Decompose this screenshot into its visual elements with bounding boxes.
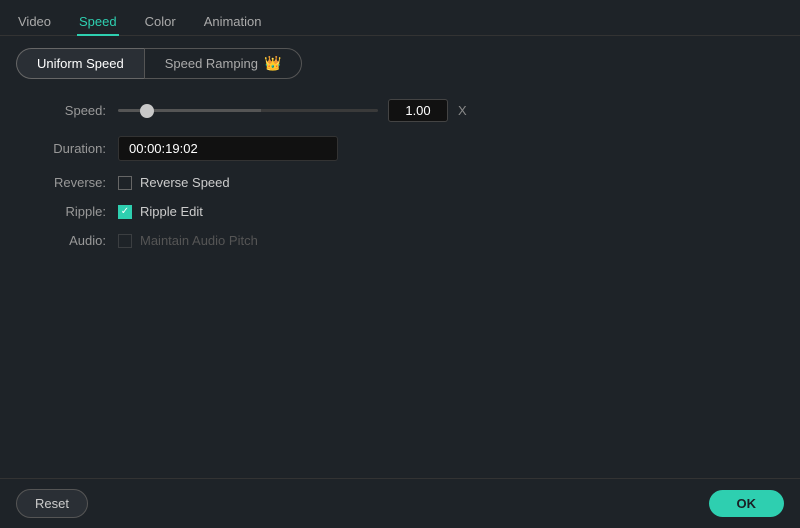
tab-animation[interactable]: Animation	[202, 8, 264, 35]
speed-slider[interactable]	[118, 109, 378, 112]
reverse-label: Reverse:	[26, 175, 106, 190]
audio-row: Audio: Maintain Audio Pitch	[26, 233, 784, 248]
uniform-speed-button[interactable]: Uniform Speed	[16, 48, 144, 79]
audio-checkbox-label: Maintain Audio Pitch	[140, 233, 258, 248]
speed-value-input[interactable]	[388, 99, 448, 122]
mode-switcher: Uniform Speed Speed Ramping 👑	[16, 48, 784, 79]
audio-checkbox[interactable]	[118, 234, 132, 248]
reverse-checkbox-row: Reverse Speed	[118, 175, 230, 190]
reset-button[interactable]: Reset	[16, 489, 88, 518]
speed-slider-container: X	[118, 99, 784, 122]
speed-label: Speed:	[26, 103, 106, 118]
tab-color[interactable]: Color	[143, 8, 178, 35]
tab-video[interactable]: Video	[16, 8, 53, 35]
ripple-checkbox[interactable]	[118, 205, 132, 219]
content-area: Uniform Speed Speed Ramping 👑 Speed: X D…	[0, 36, 800, 478]
duration-row: Duration:	[26, 136, 784, 161]
speed-ramping-button[interactable]: Speed Ramping 👑	[144, 48, 303, 79]
crown-icon: 👑	[264, 55, 281, 72]
audio-checkbox-row: Maintain Audio Pitch	[118, 233, 258, 248]
ok-button[interactable]: OK	[709, 490, 785, 517]
bottom-bar: Reset OK	[0, 478, 800, 528]
reverse-checkbox-label: Reverse Speed	[140, 175, 230, 190]
top-nav: Video Speed Color Animation	[0, 0, 800, 36]
speed-x-label: X	[458, 103, 467, 118]
reverse-checkbox[interactable]	[118, 176, 132, 190]
duration-label: Duration:	[26, 141, 106, 156]
ripple-label: Ripple:	[26, 204, 106, 219]
ripple-row: Ripple: Ripple Edit	[26, 204, 784, 219]
ramping-label: Speed Ramping	[165, 56, 258, 71]
speed-row: Speed: X	[26, 99, 784, 122]
ripple-checkbox-row: Ripple Edit	[118, 204, 203, 219]
tab-speed[interactable]: Speed	[77, 8, 119, 35]
duration-input[interactable]	[118, 136, 338, 161]
ripple-checkbox-label: Ripple Edit	[140, 204, 203, 219]
reverse-row: Reverse: Reverse Speed	[26, 175, 784, 190]
audio-label: Audio:	[26, 233, 106, 248]
form-section: Speed: X Duration: Reverse: Reverse Spee…	[16, 99, 784, 248]
